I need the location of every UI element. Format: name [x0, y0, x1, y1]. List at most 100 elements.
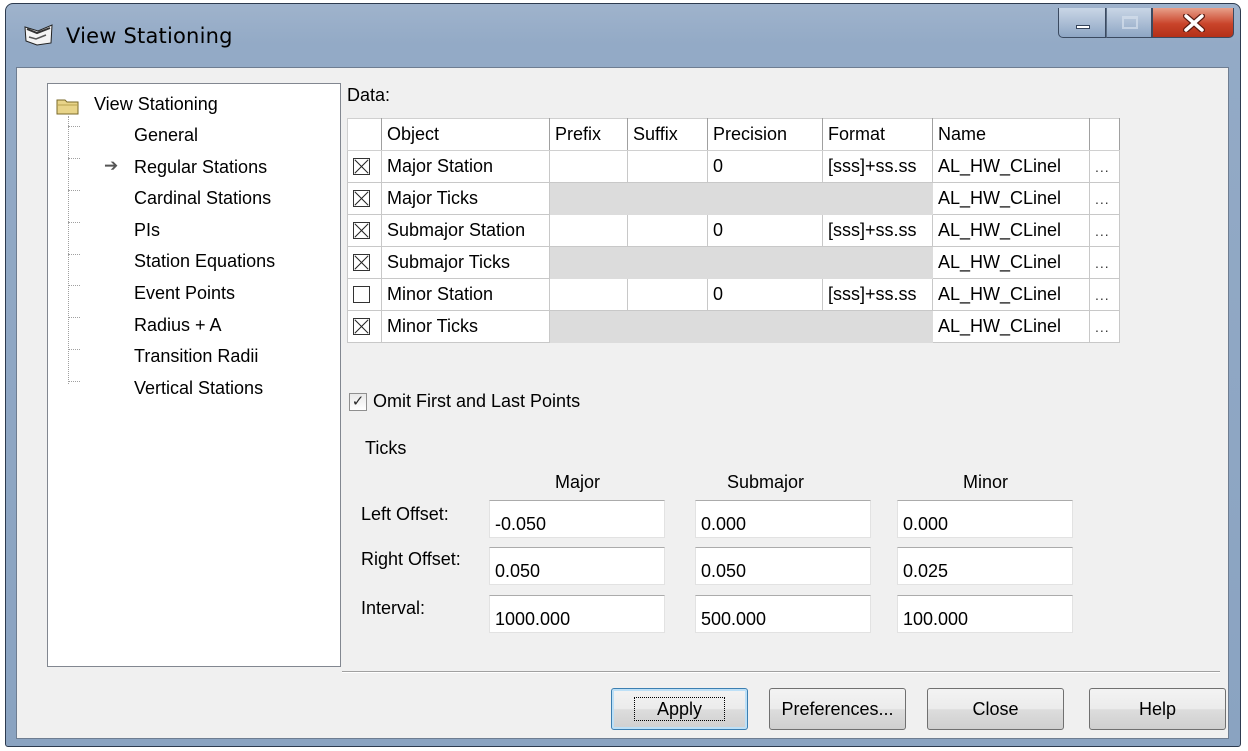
- minimize-icon: [1076, 25, 1090, 29]
- ellipsis-button[interactable]: ...: [1089, 150, 1120, 183]
- minimize-button[interactable]: [1058, 8, 1106, 38]
- tree-item-station-equations[interactable]: Station Equations: [134, 251, 275, 272]
- row-checkbox[interactable]: [353, 222, 370, 239]
- close-icon: [1183, 14, 1205, 32]
- navigation-tree[interactable]: View Stationing General ➔ Regular Statio…: [47, 83, 341, 667]
- cell-object[interactable]: Submajor Ticks: [381, 246, 550, 279]
- tree-connector: [68, 285, 80, 286]
- left-offset-submajor-input[interactable]: 0.000: [695, 500, 871, 538]
- data-label: Data:: [347, 85, 391, 105]
- cell-name[interactable]: AL_HW_CLinel: [932, 246, 1090, 279]
- tree-connector: [68, 317, 80, 318]
- omit-first-last-label[interactable]: Omit First and Last Points: [373, 391, 580, 412]
- cell-object[interactable]: Major Station: [381, 150, 550, 183]
- ellipsis-icon: ...: [1095, 255, 1110, 271]
- close-button[interactable]: Close: [927, 688, 1064, 730]
- cell-format[interactable]: [sss]+ss.ss: [822, 150, 933, 183]
- interval-major-input[interactable]: 1000.000: [489, 595, 665, 633]
- row-checkbox-cell[interactable]: [347, 214, 382, 247]
- disabled-cells: [549, 310, 933, 343]
- cell-name[interactable]: AL_HW_CLinel: [932, 310, 1090, 343]
- omit-first-last-option[interactable]: ✓ Omit First and Last Points: [349, 391, 580, 412]
- cell-name[interactable]: AL_HW_CLinel: [932, 214, 1090, 247]
- help-button[interactable]: Help: [1089, 688, 1226, 730]
- tree-item-general[interactable]: General: [134, 125, 198, 146]
- row-checkbox[interactable]: [353, 286, 370, 303]
- row-checkbox-cell[interactable]: [347, 246, 382, 279]
- cell-suffix[interactable]: [627, 278, 708, 311]
- row-checkbox[interactable]: [353, 158, 370, 175]
- ellipsis-button[interactable]: ...: [1089, 214, 1120, 247]
- left-offset-major-input[interactable]: -0.050: [489, 500, 665, 538]
- interval-minor-input[interactable]: 100.000: [897, 595, 1073, 633]
- column-header-precision[interactable]: Precision: [707, 118, 823, 151]
- column-header-name[interactable]: Name: [932, 118, 1090, 151]
- ellipsis-icon: ...: [1095, 159, 1110, 175]
- cell-suffix[interactable]: [627, 150, 708, 183]
- dialog-window: View Stationing View Stationing General …: [5, 3, 1241, 747]
- disabled-cells: [549, 246, 933, 279]
- omit-first-last-checkbox[interactable]: ✓: [349, 392, 367, 411]
- cell-format[interactable]: [sss]+ss.ss: [822, 214, 933, 247]
- right-offset-minor-input[interactable]: 0.025: [897, 547, 1073, 585]
- tree-root-view-stationing[interactable]: View Stationing: [94, 94, 218, 115]
- row-checkbox-cell[interactable]: [347, 182, 382, 215]
- column-header-prefix[interactable]: Prefix: [549, 118, 628, 151]
- tree-item-cardinal-stations[interactable]: Cardinal Stations: [134, 188, 271, 209]
- cell-prefix[interactable]: [549, 214, 628, 247]
- grid-header-row: Object Prefix Suffix Precision Format Na…: [347, 118, 1120, 151]
- cell-format[interactable]: [sss]+ss.ss: [822, 278, 933, 311]
- apply-label: Apply: [633, 697, 726, 721]
- preferences-button[interactable]: Preferences...: [769, 688, 906, 730]
- title-bar[interactable]: View Stationing: [6, 4, 1240, 66]
- ellipsis-button[interactable]: ...: [1089, 182, 1120, 215]
- cell-object[interactable]: Minor Station: [381, 278, 550, 311]
- row-checkbox[interactable]: [353, 318, 370, 335]
- left-offset-label: Left Offset:: [361, 504, 449, 524]
- cell-object[interactable]: Submajor Station: [381, 214, 550, 247]
- row-checkbox-cell[interactable]: [347, 310, 382, 343]
- cell-name[interactable]: AL_HW_CLinel: [932, 150, 1090, 183]
- cell-prefix[interactable]: [549, 150, 628, 183]
- data-grid[interactable]: Object Prefix Suffix Precision Format Na…: [347, 118, 1120, 343]
- ellipsis-button[interactable]: ...: [1089, 246, 1120, 279]
- cell-precision[interactable]: 0: [707, 214, 823, 247]
- close-window-button[interactable]: [1152, 8, 1234, 38]
- row-checkbox[interactable]: [353, 254, 370, 271]
- cell-suffix[interactable]: [627, 214, 708, 247]
- row-checkbox-cell[interactable]: [347, 150, 382, 183]
- cell-object[interactable]: Minor Ticks: [381, 310, 550, 343]
- ellipsis-button[interactable]: ...: [1089, 310, 1120, 343]
- tree-item-radius-a[interactable]: Radius + A: [134, 315, 222, 336]
- tree-item-regular-stations[interactable]: Regular Stations: [134, 157, 267, 178]
- cell-name[interactable]: AL_HW_CLinel: [932, 278, 1090, 311]
- left-offset-minor-input[interactable]: 0.000: [897, 500, 1073, 538]
- row-checkbox[interactable]: [353, 190, 370, 207]
- tree-connector: [68, 349, 80, 350]
- right-offset-major-input[interactable]: 0.050: [489, 547, 665, 585]
- tree-item-event-points[interactable]: Event Points: [134, 283, 235, 304]
- tree-item-vertical-stations[interactable]: Vertical Stations: [134, 378, 263, 399]
- maximize-button[interactable]: [1106, 8, 1152, 38]
- cell-name[interactable]: AL_HW_CLinel: [932, 182, 1090, 215]
- disabled-cells: [549, 182, 933, 215]
- tree-connector: [68, 222, 80, 223]
- table-row: Submajor Station 0 [sss]+ss.ss AL_HW_CLi…: [347, 214, 1120, 247]
- column-header-format[interactable]: Format: [822, 118, 933, 151]
- row-checkbox-cell[interactable]: [347, 278, 382, 311]
- tree-connector: [68, 254, 80, 255]
- interval-submajor-input[interactable]: 500.000: [695, 595, 871, 633]
- cell-precision[interactable]: 0: [707, 278, 823, 311]
- apply-button[interactable]: Apply: [611, 688, 748, 730]
- tree-item-pis[interactable]: PIs: [134, 220, 160, 241]
- ellipsis-icon: ...: [1095, 191, 1110, 207]
- column-header-object[interactable]: Object: [381, 118, 550, 151]
- right-offset-submajor-input[interactable]: 0.050: [695, 547, 871, 585]
- cell-prefix[interactable]: [549, 278, 628, 311]
- cell-precision[interactable]: 0: [707, 150, 823, 183]
- right-offset-label: Right Offset:: [361, 549, 461, 569]
- tree-item-transition-radii[interactable]: Transition Radii: [134, 346, 258, 367]
- cell-object[interactable]: Major Ticks: [381, 182, 550, 215]
- ellipsis-button[interactable]: ...: [1089, 278, 1120, 311]
- column-header-suffix[interactable]: Suffix: [627, 118, 708, 151]
